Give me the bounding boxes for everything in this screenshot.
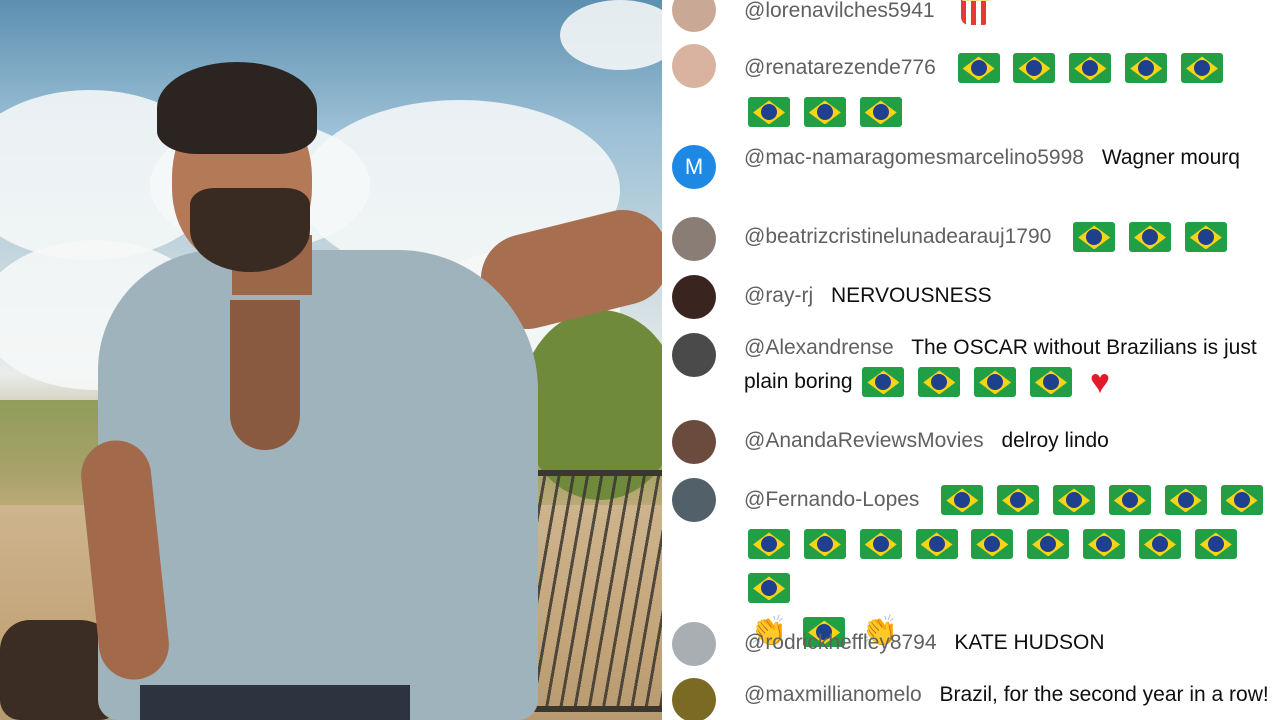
chat-author[interactable]: @rodrickheffley8794 — [744, 631, 937, 654]
popcorn-icon — [957, 0, 994, 26]
brazil-flag-icon — [748, 529, 790, 560]
brazil-flag-icon — [974, 367, 1017, 398]
avatar[interactable] — [672, 44, 716, 88]
brazil-flag-icon — [1125, 53, 1168, 84]
brazil-flag-icon — [1069, 53, 1112, 84]
brazil-flag-icon — [1181, 53, 1224, 84]
heart-icon: ♥ — [1089, 363, 1110, 402]
chat-author[interactable]: @ray-rj — [744, 284, 813, 307]
brazil-flag-icon — [971, 529, 1014, 560]
avatar[interactable] — [672, 0, 716, 32]
brazil-flag-icon — [1220, 485, 1263, 516]
avatar[interactable] — [672, 333, 716, 377]
brazil-flag-icon — [1164, 485, 1207, 516]
avatar[interactable] — [672, 275, 716, 319]
chat-author[interactable]: @lorenavilches5941 — [744, 0, 935, 22]
chat-text: KATE HUDSON — [954, 631, 1105, 654]
brazil-flag-icon — [997, 485, 1040, 516]
brazil-flag-icon — [1013, 53, 1056, 84]
movie-still-photo — [0, 0, 662, 720]
brazil-flag-icon — [748, 97, 790, 128]
chat-text: Wagner mourq — [1101, 146, 1240, 169]
chat-author[interactable]: @maxmillianomelo — [744, 683, 922, 706]
brazil-flag-icon — [1027, 529, 1070, 560]
person-beard — [190, 188, 310, 272]
chat-author[interactable]: @Fernando-Lopes — [744, 488, 919, 511]
chat-author[interactable]: @Alexandrense — [744, 336, 894, 359]
live-chat-panel[interactable]: @lorenavilches5941 @renatarezende776 M @… — [662, 0, 1280, 720]
avatar[interactable] — [672, 217, 716, 261]
person-hair — [157, 62, 317, 154]
brazil-flag-icon — [1184, 222, 1227, 253]
chat-author[interactable]: @beatrizcristinelunadearauj1790 — [744, 225, 1051, 248]
brazil-flag-icon — [803, 97, 846, 128]
brazil-flag-icon — [1073, 222, 1116, 253]
brazil-flag-icon — [941, 485, 984, 516]
avatar[interactable] — [672, 478, 716, 522]
brazil-flag-icon — [1108, 485, 1151, 516]
person-pants — [140, 685, 410, 720]
brazil-flag-icon — [1129, 222, 1172, 253]
chat-text: delroy lindo — [1001, 429, 1109, 452]
avatar[interactable] — [672, 420, 716, 464]
avatar-letter[interactable]: M — [672, 145, 716, 189]
avatar[interactable] — [672, 678, 716, 720]
chat-author[interactable]: @AnandaReviewsMovies — [744, 429, 984, 452]
brazil-flag-icon — [859, 529, 902, 560]
brazil-flag-icon — [957, 53, 1000, 84]
brazil-flag-icon — [918, 367, 961, 398]
brazil-flag-icon — [1138, 529, 1181, 560]
brazil-flag-icon — [862, 367, 905, 398]
chat-author[interactable]: @renatarezende776 — [744, 56, 936, 79]
avatar[interactable] — [672, 622, 716, 666]
brazil-flag-icon — [915, 529, 958, 560]
brazil-flag-icon — [748, 573, 790, 604]
person-chest — [230, 300, 300, 450]
brazil-flag-icon — [1052, 485, 1095, 516]
brazil-flag-icon — [1194, 529, 1237, 560]
brazil-flag-icon — [1029, 367, 1072, 398]
brazil-flag-icon — [859, 97, 902, 128]
chat-author[interactable]: @mac-namaragomesmarcelino5998 — [744, 146, 1084, 169]
brazil-flag-icon — [1083, 529, 1126, 560]
brazil-flag-icon — [803, 529, 846, 560]
cloud — [560, 0, 662, 70]
chat-text: NERVOUSNESS — [831, 284, 992, 307]
chat-text: Brazil, for the second year in a row! — [939, 683, 1269, 706]
